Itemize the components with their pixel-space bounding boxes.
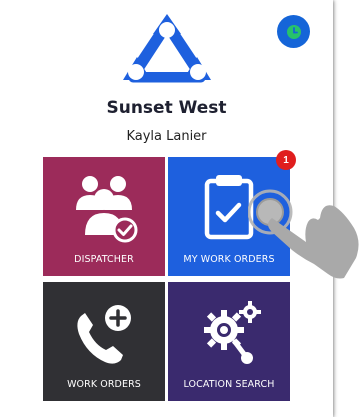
dispatcher-label: DISPATCHER: [74, 254, 134, 265]
work-orders-label: WORK ORDERS: [67, 379, 141, 390]
location-search-tile[interactable]: LOCATION SEARCH: [168, 282, 290, 401]
status-clock-button[interactable]: [277, 15, 310, 48]
triangle-logo-icon: [123, 14, 211, 83]
tap-hand-icon: [248, 189, 359, 279]
dispatcher-tile[interactable]: DISPATCHER: [43, 157, 165, 276]
site-name: Sunset West: [106, 98, 227, 118]
notification-badge: 1: [276, 150, 296, 170]
phone-plus-icon: [77, 305, 131, 364]
user-name: Kayla Lanier: [126, 129, 207, 144]
users-check-icon: [76, 176, 138, 243]
clock-icon: [286, 24, 301, 39]
work-orders-tile[interactable]: WORK ORDERS: [43, 282, 165, 401]
location-search-label: LOCATION SEARCH: [183, 379, 275, 390]
gear-search-icon: [204, 301, 261, 364]
